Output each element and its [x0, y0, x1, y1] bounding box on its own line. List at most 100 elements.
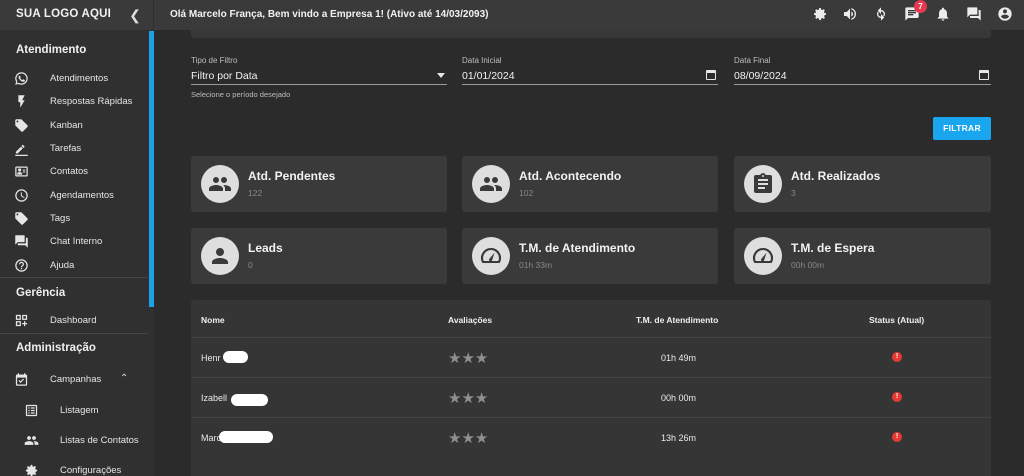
column-header-tm-atendimento: T.M. de Atendimento	[636, 315, 719, 325]
logo: SUA LOGO AQUI	[16, 8, 112, 20]
filter-button[interactable]: FILTRAR	[933, 117, 991, 140]
section-atendimento: Atendimento	[16, 44, 87, 56]
sidebar-item-label: Contatos	[50, 166, 89, 177]
status-alert-icon: !	[892, 432, 902, 442]
chevron-up-icon[interactable]: ⌃	[120, 373, 128, 384]
sidebar-item-label: Ajuda	[50, 260, 75, 271]
volume-icon[interactable]	[842, 6, 860, 24]
sidebar-item-agendamentos[interactable]: Agendamentos	[0, 185, 148, 207]
sidebar-item-ajuda[interactable]: Ajuda	[0, 255, 148, 277]
sidebar-item-kanban[interactable]: Kanban	[0, 115, 148, 137]
end-date-input[interactable]: 08/09/2024	[734, 67, 991, 85]
top-bar: SUA LOGO AQUI ❮ Olá Marcelo França, Bem …	[0, 0, 1024, 30]
start-date-label: Data Inicial	[462, 56, 502, 65]
whatsapp-icon	[14, 71, 30, 87]
redacted-name	[223, 351, 248, 363]
calendar-icon[interactable]	[706, 70, 716, 80]
row-tm: 00h 00m	[661, 393, 697, 403]
stat-value: 00h 00m	[791, 260, 825, 270]
section-administracao: Administração	[16, 342, 96, 354]
stat-value: 0	[248, 260, 253, 270]
status-alert-icon: !	[892, 352, 902, 362]
stat-card-realizados: Atd. Realizados 3	[734, 156, 991, 212]
group-icon	[24, 433, 40, 449]
sidebar-item-label: Configurações	[60, 465, 122, 476]
collapse-sidebar-button[interactable]: ❮	[128, 6, 142, 24]
chat-icon[interactable]	[966, 6, 984, 24]
rating-stars[interactable]: ★★★	[448, 429, 488, 447]
account-icon[interactable]	[997, 6, 1015, 24]
chat-icon	[14, 234, 30, 250]
table-row: Izabell ★★★ 00h 00m !	[191, 377, 991, 417]
rating-stars[interactable]: ★★★	[448, 389, 488, 407]
calendar-check-icon	[14, 372, 30, 388]
filter-type-label: Tipo de Filtro	[191, 56, 238, 65]
sidebar-item-label: Atendimentos	[50, 73, 109, 84]
stat-title: T.M. de Espera	[791, 241, 875, 255]
end-date-label: Data Final	[734, 56, 771, 65]
stat-card-leads: Leads 0	[191, 228, 447, 284]
sidebar-item-configuracoes[interactable]: Configurações	[0, 460, 148, 476]
clock-icon	[14, 188, 30, 204]
messages-icon[interactable]: 7	[904, 0, 927, 24]
stat-title: T.M. de Atendimento	[519, 241, 636, 255]
bell-icon[interactable]	[935, 6, 953, 24]
stat-title: Atd. Pendentes	[248, 169, 336, 183]
speedometer-icon	[472, 237, 510, 275]
stat-title: Leads	[248, 241, 283, 255]
sidebar-item-contatos[interactable]: Contatos	[0, 161, 148, 183]
refresh-icon[interactable]	[873, 6, 891, 24]
stat-card-acontecendo: Atd. Acontecendo 102	[462, 156, 718, 212]
sidebar-item-tags[interactable]: Tags	[0, 208, 148, 230]
stat-title: Atd. Realizados	[791, 169, 881, 183]
stat-card-tm-espera: T.M. de Espera 00h 00m	[734, 228, 991, 284]
group-icon	[472, 165, 510, 203]
row-tm: 01h 49m	[661, 353, 697, 363]
bolt-icon	[14, 94, 30, 110]
sidebar-item-campanhas[interactable]: Campanhas ⌃	[0, 369, 148, 391]
redacted-name	[219, 431, 273, 443]
sidebar-divider	[0, 333, 148, 334]
rating-stars[interactable]: ★★★	[448, 349, 488, 367]
sidebar: Atendimento Atendimentos Respostas Rápid…	[0, 30, 154, 476]
calendar-icon[interactable]	[979, 70, 989, 80]
sidebar-item-atendimentos[interactable]: Atendimentos	[0, 68, 148, 90]
sidebar-item-label: Kanban	[50, 120, 83, 131]
speedometer-icon	[744, 237, 782, 275]
row-name: Izabell	[201, 393, 228, 403]
sidebar-item-label: Chat Interno	[50, 236, 103, 247]
list-icon	[24, 403, 40, 419]
sidebar-item-listas-de-contatos[interactable]: Listas de Contatos	[0, 430, 148, 452]
dashboard-icon	[14, 313, 30, 329]
row-name: Marc	[201, 433, 221, 443]
logo-area: SUA LOGO AQUI ❮	[0, 0, 154, 30]
end-date-value: 08/09/2024	[734, 70, 787, 82]
stat-value: 01h 33m	[519, 260, 553, 270]
start-date-input[interactable]: 01/01/2024	[462, 67, 718, 85]
sidebar-divider	[0, 277, 148, 278]
row-tm: 13h 26m	[661, 433, 697, 443]
filter-type-value: Filtro por Data	[191, 70, 258, 82]
column-header-status: Status (Atual)	[869, 315, 925, 325]
main-content: Tipo de Filtro Filtro por Data Selecione…	[154, 30, 1024, 476]
column-header-avaliacoes: Avaliações	[448, 315, 493, 325]
sidebar-item-chat-interno[interactable]: Chat Interno	[0, 231, 148, 253]
settings-gear-icon	[24, 463, 40, 476]
filter-type-select[interactable]: Filtro por Data	[191, 67, 447, 85]
sidebar-item-label: Listagem	[60, 405, 99, 416]
sidebar-item-listagem[interactable]: Listagem	[0, 400, 148, 422]
table-row: Marc ★★★ 13h 26m !	[191, 417, 991, 457]
stat-value: 3	[791, 188, 796, 198]
person-icon	[201, 237, 239, 275]
column-header-nome: Nome	[201, 315, 225, 325]
sidebar-item-label: Tarefas	[50, 143, 82, 154]
sidebar-item-respostas-rapidas[interactable]: Respostas Rápidas	[0, 91, 148, 113]
sidebar-item-dashboard[interactable]: Dashboard	[0, 310, 148, 332]
stat-title: Atd. Acontecendo	[519, 169, 622, 183]
sidebar-item-label: Campanhas	[50, 374, 102, 385]
sidebar-item-tarefas[interactable]: Tarefas	[0, 138, 148, 160]
settings-gear-icon[interactable]	[812, 6, 830, 24]
table-row: Henr ★★★ 01h 49m !	[191, 337, 991, 377]
redacted-name	[231, 394, 268, 406]
tag-icon	[14, 211, 30, 227]
